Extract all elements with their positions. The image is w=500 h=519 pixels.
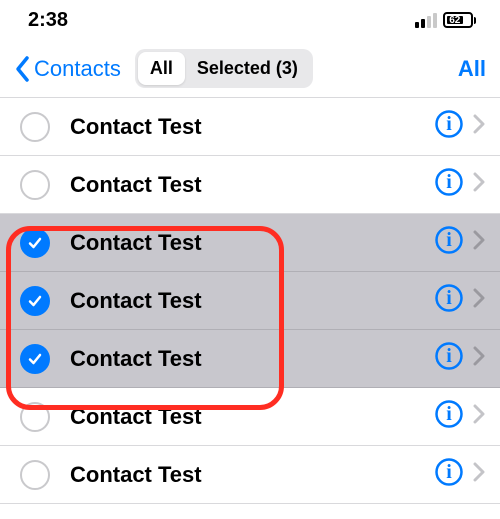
info-icon[interactable]: i xyxy=(434,457,472,492)
back-label: Contacts xyxy=(34,56,121,82)
chevron-right-icon xyxy=(472,114,486,139)
chevron-right-icon xyxy=(472,462,486,487)
checkbox-checked-icon[interactable] xyxy=(20,344,50,374)
status-time: 2:38 xyxy=(28,9,68,32)
info-icon[interactable]: i xyxy=(434,225,472,260)
chevron-right-icon xyxy=(472,230,486,255)
signal-icon xyxy=(415,13,437,28)
svg-text:i: i xyxy=(446,171,452,193)
svg-text:i: i xyxy=(446,113,452,135)
chevron-right-icon xyxy=(472,346,486,371)
nav-bar: Contacts All Selected (3) All xyxy=(0,40,500,98)
contact-name: Contact Test xyxy=(70,462,434,488)
contact-name: Contact Test xyxy=(70,114,434,140)
info-icon[interactable]: i xyxy=(434,167,472,202)
battery-icon: 62 xyxy=(443,12,476,28)
contact-name: Contact Test xyxy=(70,404,434,430)
contact-row[interactable]: Contact Test i xyxy=(0,330,500,388)
checkbox-unchecked-icon[interactable] xyxy=(20,402,50,432)
contact-row[interactable]: Contact Test i xyxy=(0,156,500,214)
checkbox-checked-icon[interactable] xyxy=(20,228,50,258)
contact-name: Contact Test xyxy=(70,288,434,314)
contact-row[interactable]: Contact Test i xyxy=(0,272,500,330)
contact-name: Contact Test xyxy=(70,230,434,256)
svg-text:i: i xyxy=(446,345,452,367)
svg-text:i: i xyxy=(446,229,452,251)
segment-all[interactable]: All xyxy=(138,52,185,85)
checkbox-unchecked-icon[interactable] xyxy=(20,460,50,490)
chevron-right-icon xyxy=(472,404,486,429)
contact-row[interactable]: Contact Test i xyxy=(0,98,500,156)
info-icon[interactable]: i xyxy=(434,109,472,144)
chevron-left-icon xyxy=(14,55,32,83)
contact-row[interactable]: Contact Test i xyxy=(0,446,500,504)
chevron-right-icon xyxy=(472,288,486,313)
info-icon[interactable]: i xyxy=(434,283,472,318)
contact-name: Contact Test xyxy=(70,346,434,372)
contact-list: Contact TestiContact TestiContact TestiC… xyxy=(0,98,500,504)
svg-text:i: i xyxy=(446,461,452,483)
info-icon[interactable]: i xyxy=(434,341,472,376)
segmented-control[interactable]: All Selected (3) xyxy=(135,49,313,88)
checkbox-unchecked-icon[interactable] xyxy=(20,170,50,200)
contact-name: Contact Test xyxy=(70,172,434,198)
segment-selected[interactable]: Selected (3) xyxy=(185,52,310,85)
contact-row[interactable]: Contact Test i xyxy=(0,388,500,446)
svg-text:i: i xyxy=(446,287,452,309)
select-all-button[interactable]: All xyxy=(458,56,486,82)
checkbox-unchecked-icon[interactable] xyxy=(20,112,50,142)
contact-row[interactable]: Contact Test i xyxy=(0,214,500,272)
status-bar: 2:38 62 xyxy=(0,0,500,40)
svg-text:i: i xyxy=(446,403,452,425)
info-icon[interactable]: i xyxy=(434,399,472,434)
back-button[interactable]: Contacts xyxy=(14,55,121,83)
checkbox-checked-icon[interactable] xyxy=(20,286,50,316)
chevron-right-icon xyxy=(472,172,486,197)
